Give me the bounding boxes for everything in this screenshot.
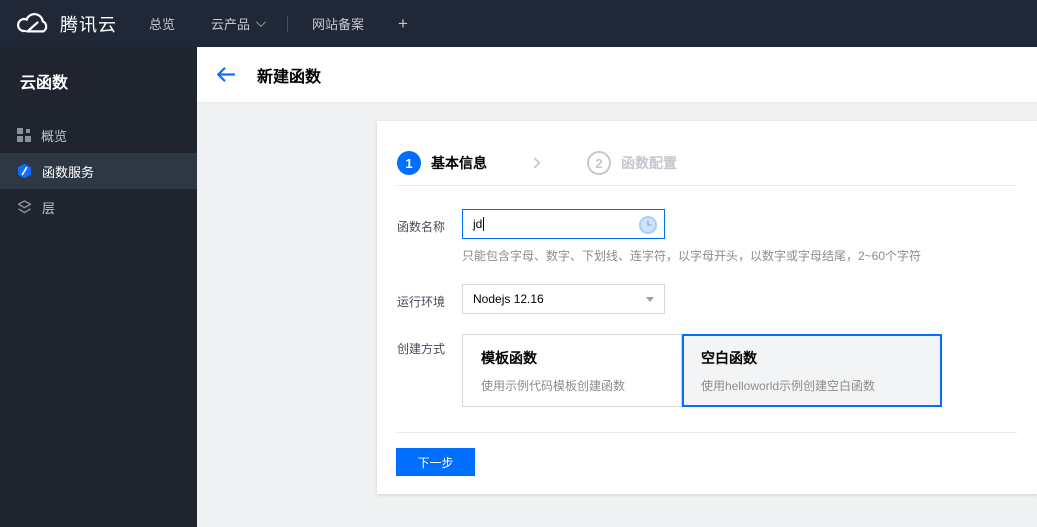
creation-method-row: 创建方式 模板函数 使用示例代码模板创建函数 空白函数 使用helloworld… bbox=[397, 334, 1017, 407]
topnav-menu: 总览 云产品 网站备案 + bbox=[131, 0, 424, 47]
create-function-card: 1 基本信息 2 函数配置 函数名称 jd 只能包含字母、数字、下划线、连字符，… bbox=[377, 121, 1037, 494]
next-step-button[interactable]: 下一步 bbox=[396, 448, 475, 476]
brand-name: 腾讯云 bbox=[60, 14, 117, 35]
layers-icon bbox=[17, 199, 32, 215]
select-caret-icon bbox=[646, 296, 654, 302]
page-header: 新建函数 bbox=[197, 47, 1037, 103]
method-card-blank-function[interactable]: 空白函数 使用helloworld示例创建空白函数 bbox=[682, 334, 942, 407]
main-area: 新建函数 1 基本信息 2 函数配置 函数名称 jd 只能包含字母、数字、下划线… bbox=[197, 47, 1037, 527]
function-service-icon bbox=[17, 163, 32, 179]
text-cursor bbox=[483, 217, 485, 231]
function-name-hint: 只能包含字母、数字、下划线、连字符，以字母开头，以数字或字母结尾，2~60个字符 bbox=[462, 249, 922, 263]
sidebar-item-label: 概览 bbox=[41, 128, 68, 144]
function-name-input[interactable]: jd bbox=[462, 209, 665, 239]
nav-item-overview[interactable]: 总览 bbox=[131, 0, 193, 47]
sidebar-item-overview[interactable]: 概览 bbox=[0, 117, 197, 153]
step-arrow-icon bbox=[529, 157, 541, 169]
nav-divider bbox=[287, 15, 289, 32]
step-number-badge: 2 bbox=[587, 151, 611, 175]
wizard-steps: 1 基本信息 2 函数配置 bbox=[377, 121, 1037, 185]
back-button[interactable] bbox=[216, 67, 235, 82]
clock-pending-icon bbox=[638, 215, 658, 240]
runtime-row: 运行环境 Nodejs 12.16 bbox=[397, 284, 1017, 314]
function-name-label: 函数名称 bbox=[397, 220, 446, 234]
add-nav-tab-button[interactable]: + bbox=[382, 14, 424, 34]
method-card-template-function[interactable]: 模板函数 使用示例代码模板创建函数 bbox=[462, 334, 682, 407]
method-cards: 模板函数 使用示例代码模板创建函数 空白函数 使用helloworld示例创建空… bbox=[462, 334, 942, 407]
grid-icon bbox=[17, 128, 31, 142]
sidebar-item-label: 层 bbox=[42, 200, 56, 216]
tencent-cloud-logo[interactable]: 腾讯云 bbox=[0, 11, 131, 37]
page-title: 新建函数 bbox=[257, 68, 322, 86]
runtime-label: 运行环境 bbox=[397, 295, 446, 309]
sidebar: 云函数 概览 函数服务 层 bbox=[0, 47, 197, 527]
basic-info-form: 函数名称 jd 只能包含字母、数字、下划线、连字符，以字母开头，以数字或字母结尾… bbox=[377, 186, 1037, 407]
back-arrow-icon bbox=[217, 67, 235, 82]
sidebar-item-function-service[interactable]: 函数服务 bbox=[0, 153, 197, 189]
cloud-logo-icon bbox=[16, 12, 50, 35]
nav-item-cloud-products[interactable]: 云产品 bbox=[193, 0, 281, 47]
sidebar-item-layers[interactable]: 层 bbox=[0, 189, 197, 225]
sidebar-title: 云函数 bbox=[20, 75, 69, 92]
nav-item-icp-filing[interactable]: 网站备案 bbox=[294, 0, 382, 47]
top-navbar: 腾讯云 总览 云产品 网站备案 + bbox=[0, 0, 1037, 47]
step-basic-info: 1 基本信息 bbox=[397, 151, 487, 175]
content-area: 1 基本信息 2 函数配置 函数名称 jd 只能包含字母、数字、下划线、连字符，… bbox=[197, 103, 1037, 527]
step-function-config: 2 函数配置 bbox=[587, 151, 677, 175]
step-number-badge: 1 bbox=[397, 151, 421, 175]
creation-method-label: 创建方式 bbox=[397, 342, 446, 356]
sidebar-item-label: 函数服务 bbox=[42, 164, 95, 180]
function-name-row: 函数名称 jd 只能包含字母、数字、下划线、连字符，以字母开头，以数字或字母结尾… bbox=[397, 209, 1017, 263]
actions-row: 下一步 bbox=[377, 433, 1037, 476]
runtime-select[interactable]: Nodejs 12.16 bbox=[462, 284, 665, 314]
chevron-down-icon bbox=[255, 17, 266, 28]
